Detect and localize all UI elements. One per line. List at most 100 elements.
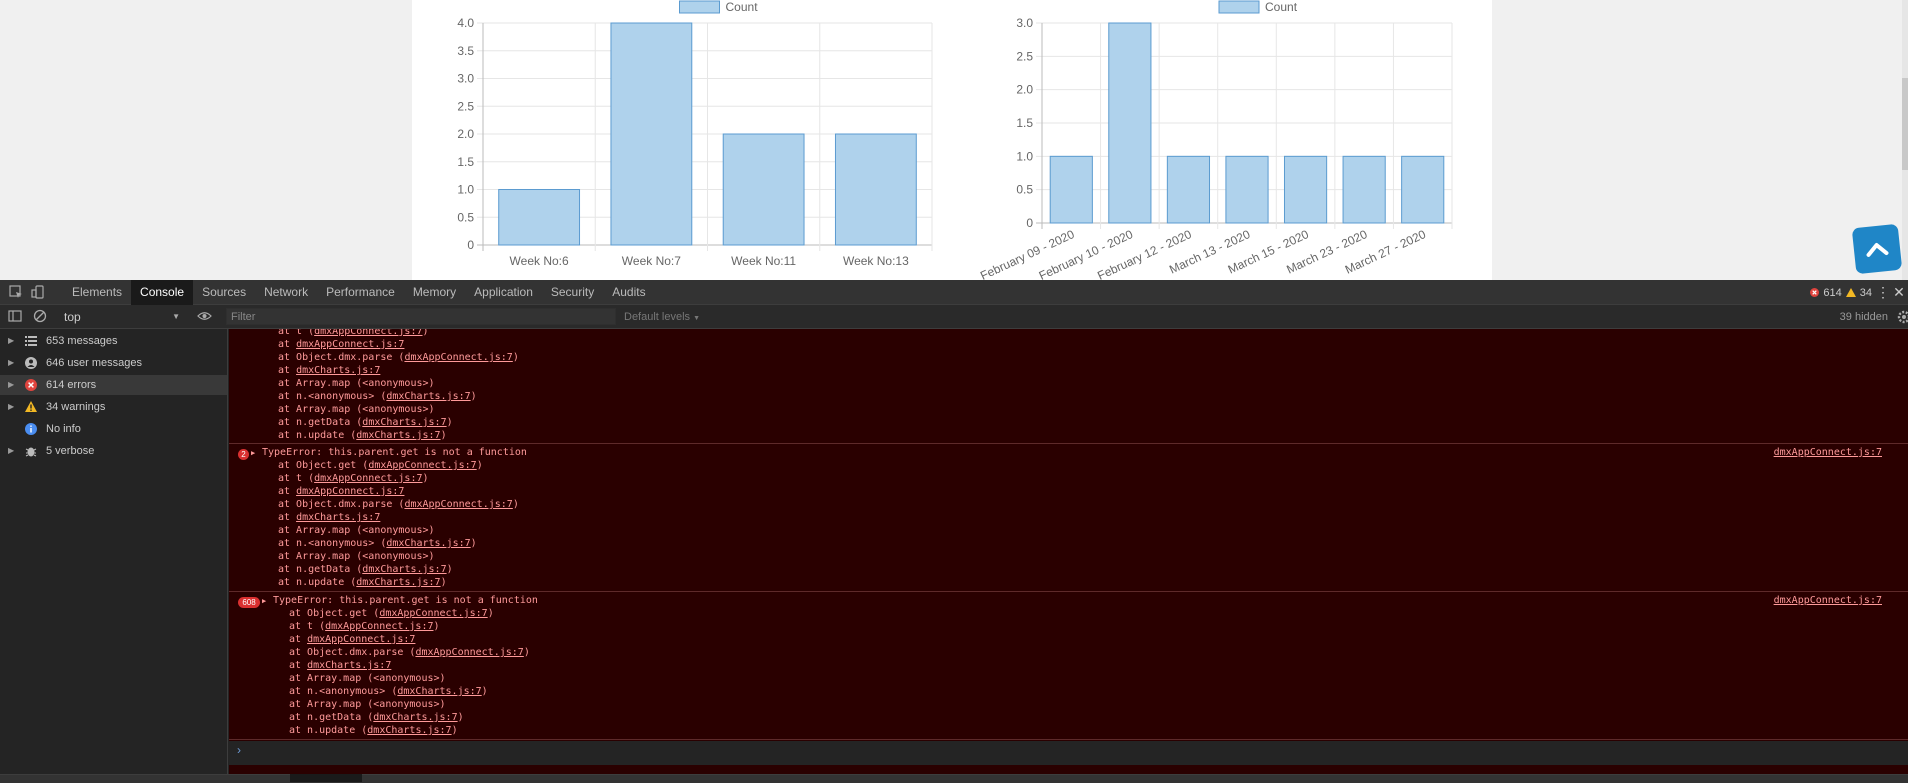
page-scrollbar-thumb[interactable] [1902, 78, 1908, 170]
stack-frame: at dmxAppConnect.js:7 [278, 485, 404, 498]
sidebar-item-errors[interactable]: ▶ 614 errors [0, 375, 227, 395]
device-toolbar-icon[interactable] [30, 284, 46, 300]
error-count: 614 [1823, 286, 1842, 299]
log-levels-dropdown[interactable]: Default levels ▼ [624, 308, 700, 326]
y-tick-label: 2.5 [457, 99, 474, 113]
scroll-to-top-button[interactable] [1851, 223, 1903, 275]
sidebar-item-label: 653 messages [46, 335, 118, 347]
stack-frame: at n.update (dmxCharts.js:7) [289, 724, 458, 737]
stack-frame-source-link[interactable]: dmxAppConnect.js:7 [379, 608, 487, 619]
tab-application[interactable]: Application [465, 280, 542, 305]
page-scrollbar[interactable] [1902, 0, 1908, 280]
y-tick-label: 0.5 [1016, 183, 1033, 197]
stack-frame-text: at [278, 486, 297, 497]
tab-memory[interactable]: Memory [404, 280, 465, 305]
error-message[interactable]: TypeError: this.parent.get is not a func… [273, 594, 538, 608]
stack-frame-source-link[interactable]: dmxCharts.js:7 [307, 660, 391, 671]
issue-counts[interactable]: 614 34 [1810, 280, 1872, 305]
stack-frame-text: at [278, 339, 297, 350]
console-prompt[interactable]: › [229, 741, 1908, 765]
chevron-down-icon: ▼ [172, 312, 180, 321]
y-tick-label: 2.0 [1016, 83, 1033, 97]
sidebar-item-messages[interactable]: ▶ 653 messages [0, 331, 227, 351]
error-message[interactable]: TypeError: this.parent.get is not a func… [262, 446, 527, 460]
chart-weekly-count: Count 0 0.5 1.0 1.5 2.0 2.5 3.0 3.5 4.0 Week No:6 W… [440, 0, 960, 280]
tab-performance[interactable]: Performance [317, 280, 404, 305]
sidebar-item-label: 5 verbose [46, 445, 95, 457]
y-tick-label: 2.5 [1016, 49, 1033, 63]
devtools-tabs: Elements Console Sources Network Perform… [63, 280, 655, 305]
stack-frame-source-link[interactable]: dmxCharts.js:7 [386, 538, 470, 549]
stack-frame-source-link[interactable]: dmxCharts.js:7 [397, 686, 481, 697]
stack-frame: at Object.get (dmxAppConnect.js:7) [289, 607, 494, 620]
x-tick-label: Week No:7 [622, 254, 681, 268]
tab-network[interactable]: Network [255, 280, 317, 305]
stack-frame-source-link[interactable]: dmxCharts.js:7 [296, 365, 380, 376]
stack-frame-source-link[interactable]: dmxAppConnect.js:7 [404, 499, 512, 510]
stack-frame-source-link[interactable]: dmxAppConnect.js:7 [307, 634, 415, 645]
tab-security[interactable]: Security [542, 280, 603, 305]
stack-frame-source-link[interactable]: dmxAppConnect.js:7 [404, 352, 512, 363]
stack-frame-text: at Array.map (<anonymous>) [289, 699, 446, 710]
error-icon [1810, 288, 1820, 297]
stack-frame-text: ) [440, 430, 447, 441]
stack-frame-source-link[interactable]: dmxCharts.js:7 [362, 564, 446, 575]
stack-frame-source-link[interactable]: dmxCharts.js:7 [356, 430, 440, 441]
stack-frame-source-link[interactable]: dmxAppConnect.js:7 [296, 339, 404, 350]
stack-frame-source-link[interactable]: dmxAppConnect.js:7 [296, 486, 404, 497]
stack-frame: at Array.map (<anonymous>) [289, 698, 446, 711]
sidebar-toggle-icon[interactable] [8, 309, 22, 323]
inspect-element-icon[interactable] [8, 284, 24, 300]
y-tick-label: 1.0 [1016, 149, 1033, 163]
stack-frame-text: ) [470, 391, 477, 402]
stack-frame-source-link[interactable]: dmxAppConnect.js:7 [415, 647, 523, 658]
tab-elements[interactable]: Elements [63, 280, 131, 305]
stack-frame-source-link[interactable]: dmxCharts.js:7 [367, 725, 451, 736]
stack-frame-text: at n.update ( [278, 577, 357, 588]
sidebar-item-user-messages[interactable]: ▶ 646 user messages [0, 353, 227, 373]
filter-input[interactable] [226, 308, 616, 325]
stack-frame-text: at n.getData ( [278, 564, 363, 575]
sidebar-item-verbose[interactable]: ▶ 5 verbose [0, 441, 227, 461]
close-icon[interactable]: ✕ [1892, 283, 1906, 301]
stack-frame-source-link[interactable]: dmxCharts.js:7 [296, 512, 380, 523]
stack-frame-source-link[interactable]: dmxAppConnect.js:7 [368, 460, 476, 471]
expand-arrow-icon[interactable]: ▶ [251, 446, 255, 460]
error-source-link[interactable]: dmxAppConnect.js:7 [1774, 594, 1882, 608]
context-selector[interactable]: top ▼ [64, 308, 182, 326]
error-source-link[interactable]: dmxAppConnect.js:7 [1774, 446, 1882, 460]
drawer-tab[interactable] [290, 774, 362, 782]
user-icon [25, 357, 37, 369]
stack-frame-source-link[interactable]: dmxAppConnect.js:7 [314, 473, 422, 484]
warning-count: 34 [1859, 286, 1872, 299]
bar [1108, 22, 1152, 224]
stack-frame-text: ) [470, 538, 477, 549]
sidebar-item-warnings[interactable]: ▶ 34 warnings [0, 397, 227, 417]
y-tick-label: 3.0 [457, 72, 474, 86]
stack-frame-source-link[interactable]: dmxAppConnect.js:7 [314, 329, 422, 337]
tab-audits[interactable]: Audits [603, 280, 654, 305]
more-options-icon[interactable]: ⋮ [1876, 283, 1890, 301]
x-tick-label: February 09 - 2020 [978, 227, 1077, 283]
clear-console-icon[interactable] [33, 309, 47, 323]
stack-frame-source-link[interactable]: dmxCharts.js:7 [373, 712, 457, 723]
stack-frame-text: ) [523, 647, 530, 658]
tab-console[interactable]: Console [131, 280, 194, 305]
stack-frame: at dmxCharts.js:7 [278, 511, 380, 524]
stack-frame-text: ) [512, 499, 519, 510]
eye-icon[interactable] [197, 309, 212, 323]
stack-frame-source-link[interactable]: dmxCharts.js:7 [386, 391, 470, 402]
stack-frame-source-link[interactable]: dmxCharts.js:7 [362, 417, 446, 428]
stack-frame: at n.<anonymous> (dmxCharts.js:7) [278, 390, 477, 403]
expand-arrow-icon[interactable]: ▶ [262, 594, 266, 608]
stack-frame-source-link[interactable]: dmxAppConnect.js:7 [325, 621, 433, 632]
error-icon [25, 379, 37, 391]
gear-icon[interactable] [1894, 309, 1908, 325]
stack-frame: at n.update (dmxCharts.js:7) [278, 576, 447, 589]
stack-frame-text: ) [512, 352, 519, 363]
stack-frame: at dmxAppConnect.js:7 [289, 633, 415, 646]
chevron-down-icon: ▼ [693, 315, 701, 322]
sidebar-item-info[interactable]: No info [0, 419, 227, 439]
stack-frame-source-link[interactable]: dmxCharts.js:7 [356, 577, 440, 588]
tab-sources[interactable]: Sources [193, 280, 255, 305]
